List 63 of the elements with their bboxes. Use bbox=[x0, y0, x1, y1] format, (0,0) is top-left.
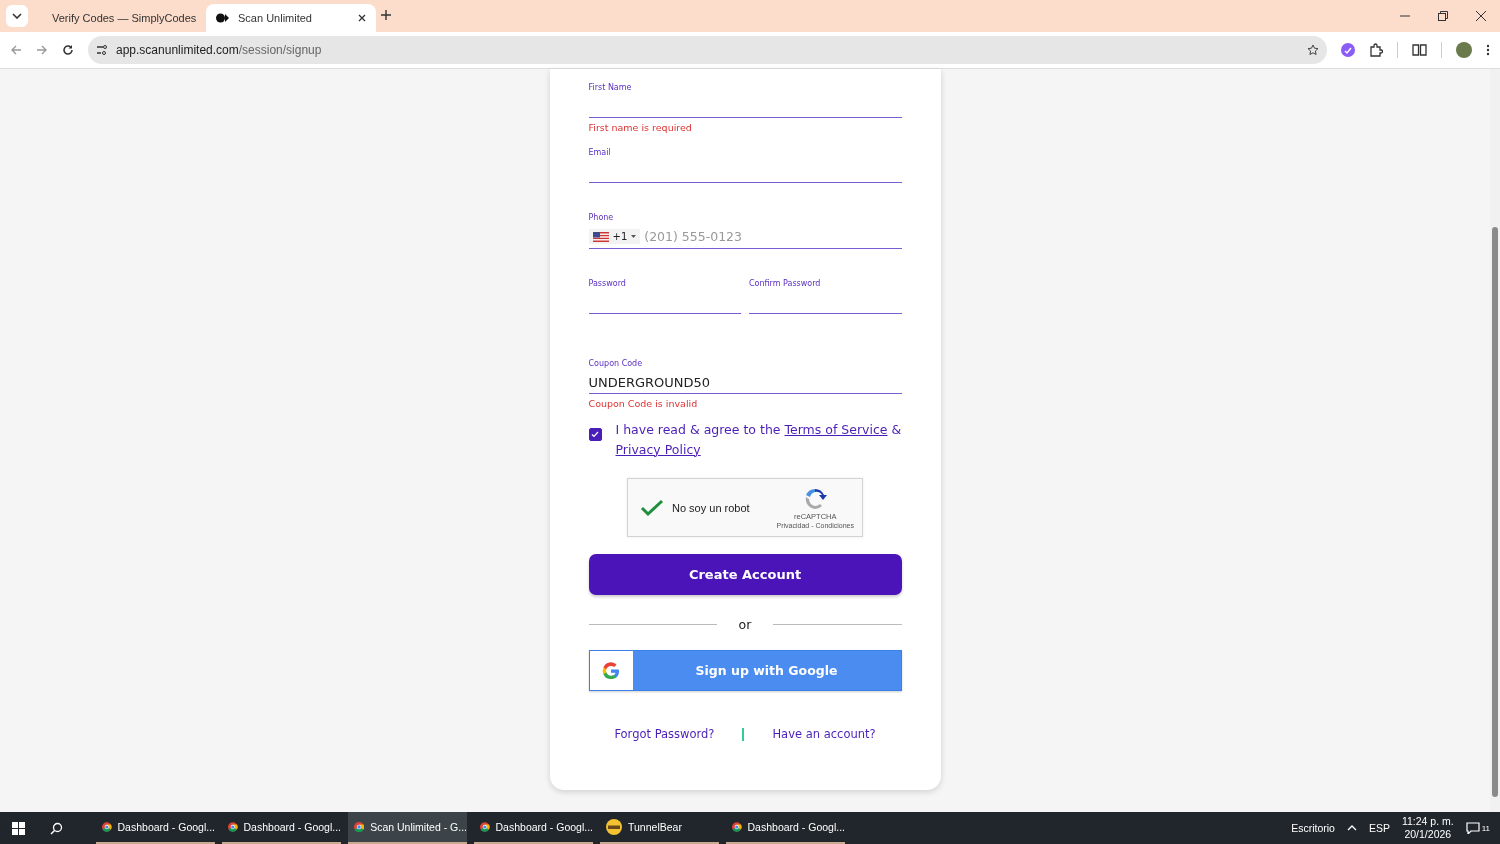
chevron-up-icon[interactable] bbox=[1346, 825, 1357, 831]
notification-icon bbox=[1465, 822, 1480, 834]
notification-button[interactable]: 11 bbox=[1465, 822, 1490, 834]
field-label: Confirm Password bbox=[749, 279, 821, 290]
chrome-icon bbox=[102, 819, 112, 835]
windows-icon bbox=[11, 821, 25, 835]
taskbar-app[interactable]: TunnelBear bbox=[600, 812, 719, 844]
chrome-icon bbox=[732, 819, 742, 835]
privacy-link[interactable]: Privacy Policy bbox=[615, 441, 701, 457]
reload-icon[interactable] bbox=[62, 44, 74, 56]
forward-icon[interactable] bbox=[36, 44, 48, 56]
chrome-icon bbox=[354, 819, 365, 835]
reading-mode-icon[interactable] bbox=[1412, 44, 1427, 56]
star-icon[interactable] bbox=[1307, 44, 1319, 56]
browser-tab[interactable]: Scan Unlimited bbox=[206, 4, 376, 32]
plus-icon bbox=[380, 8, 392, 21]
captcha-label: No soy un robot bbox=[672, 501, 751, 514]
taskbar-app[interactable]: Dashboard - Googl... bbox=[474, 812, 593, 844]
language-indicator[interactable]: ESP bbox=[1368, 822, 1390, 834]
field-label: First Name bbox=[588, 83, 632, 94]
back-icon[interactable] bbox=[10, 44, 22, 56]
search-icon bbox=[49, 821, 63, 835]
taskbar-app[interactable]: Scan Unlimited - G... bbox=[348, 812, 467, 844]
create-account-button[interactable]: Create Account bbox=[588, 554, 902, 595]
field-label: Password bbox=[588, 279, 626, 290]
terms-link[interactable]: Terms of Service bbox=[784, 422, 888, 437]
sign-in-link[interactable]: Have an account? bbox=[772, 727, 876, 741]
chrome-icon bbox=[480, 819, 490, 835]
close-icon[interactable] bbox=[358, 14, 366, 22]
checkbox[interactable] bbox=[588, 428, 602, 441]
field-label: Phone bbox=[588, 213, 614, 224]
chrome-icon bbox=[228, 819, 238, 835]
error-message: Coupon Code is invalid bbox=[588, 397, 698, 409]
extension-icon[interactable] bbox=[1341, 43, 1355, 57]
clock[interactable]: 11:24 p. m. 20/1/2026 bbox=[1401, 815, 1454, 841]
phone-field[interactable]: +1 (201) 555-0123 bbox=[588, 225, 902, 249]
field-label: Email bbox=[588, 148, 611, 159]
google-icon bbox=[601, 660, 621, 681]
caret-icon bbox=[631, 235, 637, 238]
field-label: Coupon Code bbox=[588, 359, 643, 370]
address-bar[interactable]: app.scanunlimited.com/session/signup bbox=[88, 36, 1327, 64]
site-settings-icon[interactable] bbox=[96, 44, 108, 56]
input-field[interactable]: UNDERGROUND50 bbox=[588, 371, 902, 394]
scan-logo-icon bbox=[216, 13, 230, 23]
puzzle-icon[interactable] bbox=[1369, 43, 1383, 57]
scrollbar[interactable] bbox=[1490, 69, 1500, 812]
tab-search-button[interactable] bbox=[6, 5, 28, 27]
forgot-password-link[interactable]: Forgot Password? bbox=[614, 727, 715, 741]
menu-icon[interactable] bbox=[1486, 44, 1490, 56]
bear-icon bbox=[606, 819, 622, 835]
profile-avatar[interactable] bbox=[1456, 42, 1472, 58]
error-message: First name is required bbox=[588, 121, 692, 133]
country-code-select[interactable]: +1 bbox=[588, 229, 641, 244]
divider-label: or bbox=[738, 616, 752, 632]
taskbar-app[interactable]: Dashboard - Googl... bbox=[222, 812, 341, 844]
taskbar-app[interactable]: Dashboard - Googl... bbox=[96, 812, 215, 844]
flag-icon bbox=[592, 231, 609, 242]
chevron-down-icon bbox=[12, 13, 22, 19]
browser-tab[interactable]: Verify Codes — SimplyCodes bbox=[34, 4, 204, 32]
scrollbar-thumb[interactable] bbox=[1492, 227, 1498, 797]
taskbar-app[interactable]: Dashboard - Googl... bbox=[726, 812, 845, 844]
desktop-label[interactable]: Escritorio bbox=[1291, 822, 1335, 834]
terms-agreement: I have read & agree to the Terms of Service & Privacy Policy bbox=[615, 421, 902, 459]
